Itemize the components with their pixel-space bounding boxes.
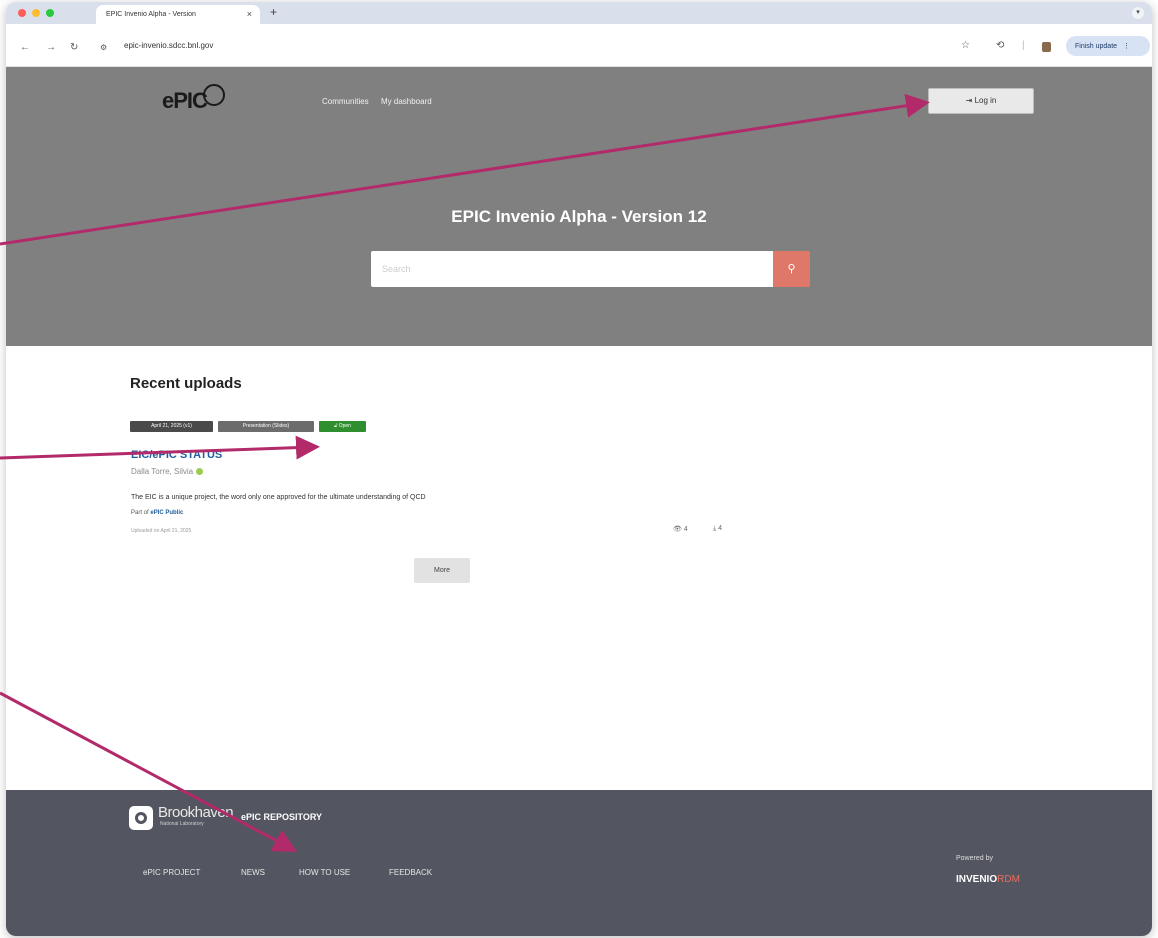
login-label: Log in (974, 96, 997, 105)
author-name[interactable]: Dalla Torre, Silvia (131, 467, 193, 476)
reload-icon[interactable]: ↻ (70, 42, 78, 53)
brookhaven-logo-subtext: National Laboratory (160, 821, 204, 827)
login-button[interactable]: ⇥ Log in (928, 88, 1034, 114)
downloads-count: 4 (718, 525, 722, 532)
search-input[interactable]: Search (371, 251, 773, 287)
epic-logo-ring-icon (203, 84, 225, 106)
toolbar-divider: | (1022, 40, 1025, 51)
epic-logo[interactable]: ePIC (162, 88, 208, 114)
nav-my-dashboard[interactable]: My dashboard (381, 97, 432, 106)
back-icon[interactable]: ← (20, 42, 30, 53)
recent-uploads-heading: Recent uploads (130, 375, 242, 392)
new-tab-icon[interactable]: + (270, 5, 277, 19)
page-title: EPIC Invenio Alpha - Version 12 (451, 207, 707, 226)
extensions-icon[interactable]: ⟲ (996, 40, 1004, 51)
tab-search-icon[interactable]: ▾ (1132, 7, 1144, 19)
record-title-link[interactable]: EIC/ePIC STATUS (131, 449, 222, 461)
login-icon: ⇥ (965, 96, 973, 105)
tab-strip: EPIC Invenio Alpha - Version × + ▾ (6, 2, 1152, 24)
brookhaven-logo-icon[interactable] (129, 806, 153, 830)
tab-close-icon[interactable]: × (247, 9, 252, 19)
tab-title: EPIC Invenio Alpha - Version (106, 11, 196, 18)
profile-avatar[interactable] (1042, 42, 1051, 52)
invenio-rdm-logo[interactable]: INVENIORDM (956, 874, 1020, 885)
footer-link-feedback[interactable]: FEEDBACK (389, 868, 432, 877)
bookmark-star-icon[interactable]: ☆ (961, 40, 970, 51)
minimize-window-icon[interactable] (32, 9, 40, 17)
record-author[interactable]: Dalla Torre, Silvia (131, 467, 204, 476)
search-button[interactable]: ⚲ (773, 251, 810, 287)
site-footer: Brookhaven National Laboratory ePIC REPO… (6, 790, 1152, 936)
finish-update-button[interactable]: Finish update ⋮ (1066, 36, 1150, 56)
brookhaven-logo-text: Brookhaven (158, 804, 234, 821)
finish-update-label: Finish update (1075, 43, 1118, 50)
views-count: 4 (683, 526, 688, 533)
record-community: Part of ePIC Public (131, 510, 183, 516)
repository-name: ePIC REPOSITORY (241, 812, 323, 822)
downloads-stat: ⤓ 4 (713, 525, 722, 533)
site-header: ePIC Communities My dashboard ⇥ Log in E… (6, 67, 1152, 346)
access-badge-label: Open (338, 423, 351, 429)
nav-communities[interactable]: Communities (322, 97, 369, 106)
more-menu-icon[interactable]: ⋮ (1123, 43, 1130, 50)
record-upload-date: Uploaded on April 21, 2025 (131, 528, 192, 534)
invenio-logo-text: INVENIO (956, 874, 998, 885)
close-window-icon[interactable] (18, 9, 26, 17)
footer-link-news[interactable]: NEWS (241, 868, 265, 877)
access-badge: 🔓︎ Open (319, 421, 366, 432)
more-button[interactable]: More (414, 558, 470, 583)
version-badge: April 21, 2025 (v1) (130, 421, 213, 432)
part-of-label: Part of (131, 510, 149, 516)
eye-icon: 👁︎ (673, 526, 682, 533)
browser-tab[interactable]: EPIC Invenio Alpha - Version × (96, 5, 260, 24)
powered-by-label: Powered by (956, 855, 993, 862)
download-icon: ⤓ (713, 525, 717, 532)
footer-link-epic-project[interactable]: ePIC PROJECT (143, 868, 200, 877)
footer-link-how-to-use[interactable]: HOW TO USE (299, 868, 350, 877)
browser-toolbar: ← → ↻ ⚙ epic-invenio.sdcc.bnl.gov ☆ ⟲ | … (6, 24, 1152, 67)
views-stat: 👁︎ 4 (673, 525, 688, 533)
community-link[interactable]: ePIC Public (150, 510, 183, 516)
rdm-logo-text: RDM (997, 874, 1020, 885)
browser-window: EPIC Invenio Alpha - Version × + ▾ ← → ↻… (6, 2, 1152, 936)
unlock-icon: 🔓︎ (334, 423, 338, 429)
address-bar[interactable]: epic-invenio.sdcc.bnl.gov (124, 41, 213, 50)
site-settings-icon[interactable]: ⚙ (100, 43, 107, 52)
orcid-icon[interactable] (196, 468, 204, 475)
resource-type-badge: Presentation (Slides) (218, 421, 314, 432)
record-description: The EIC is a unique project, the word on… (131, 494, 426, 501)
forward-icon[interactable]: → (46, 42, 56, 53)
maximize-window-icon[interactable] (46, 9, 54, 17)
search-icon: ⚲ (787, 263, 796, 275)
